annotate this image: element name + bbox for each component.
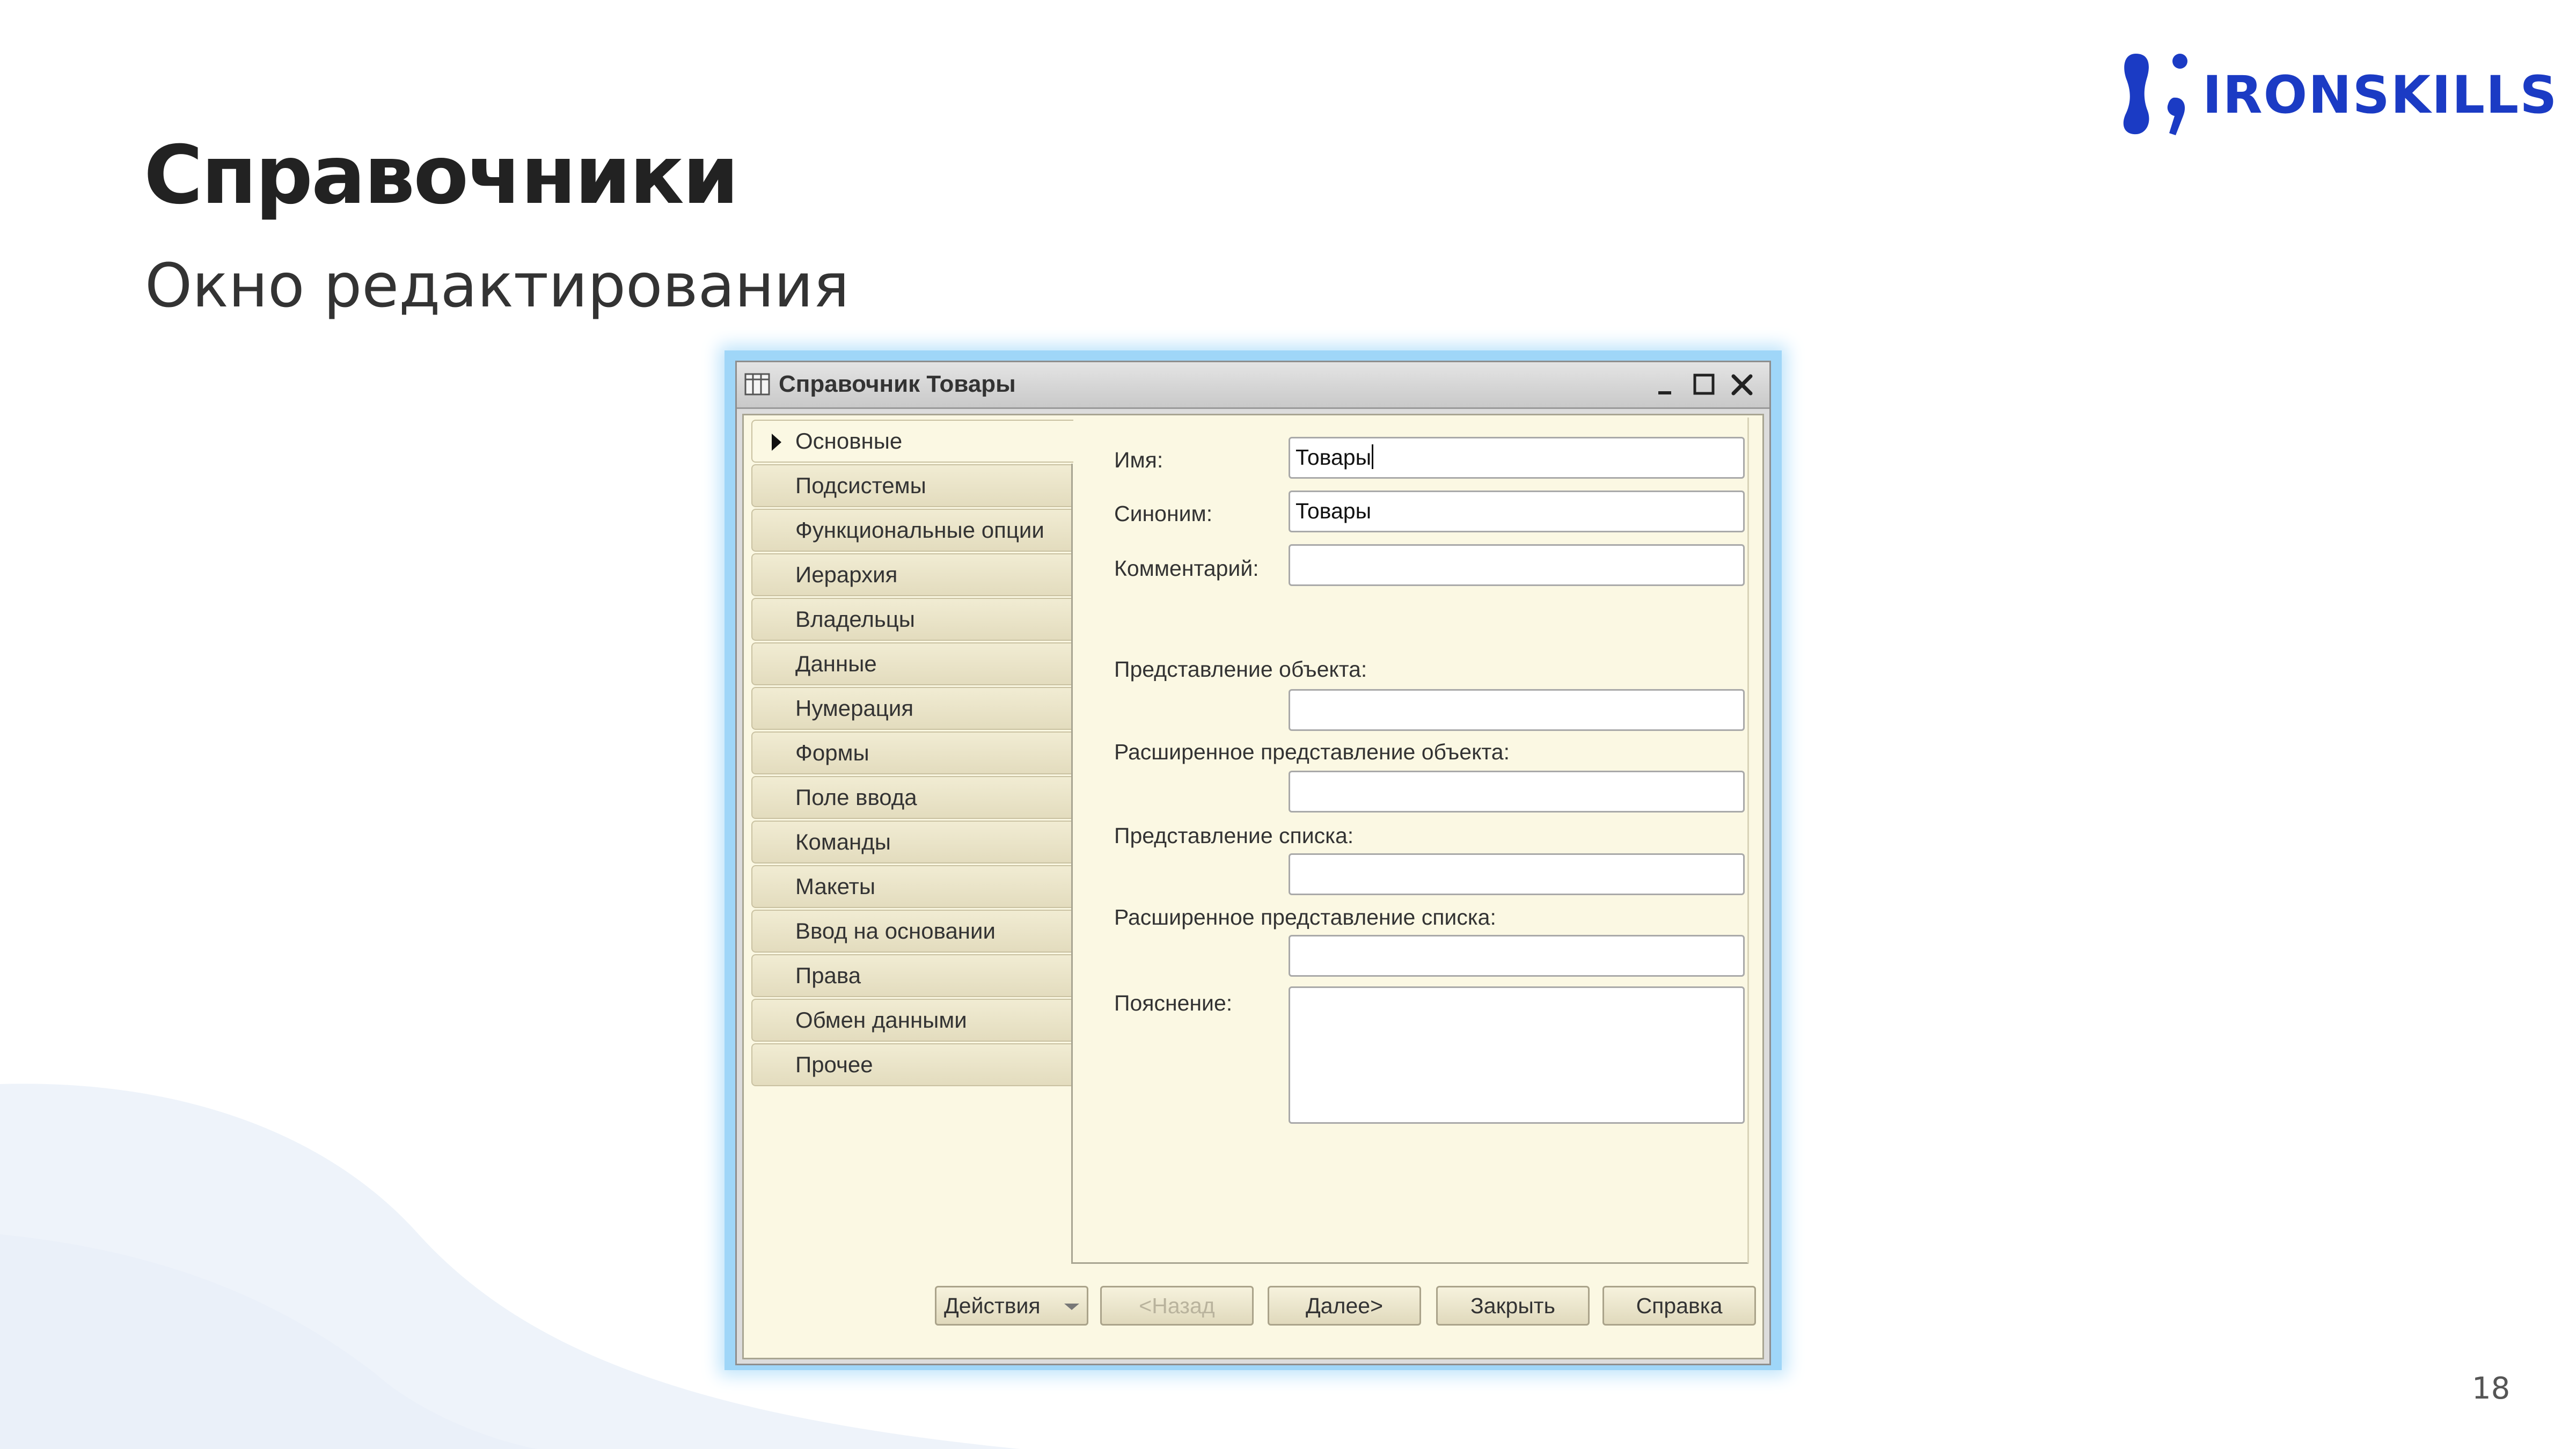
explanation-label: Пояснение: — [1114, 991, 1233, 1015]
tab-label: Прочее — [795, 1052, 873, 1077]
tab-label: Подсистемы — [795, 473, 926, 498]
actions-dropdown-button[interactable]: Действия — [935, 1286, 1088, 1326]
tab-label: Формы — [795, 740, 869, 765]
tab-label: Макеты — [795, 874, 876, 899]
panel-bottom-border — [1071, 1262, 1748, 1264]
chevron-down-icon — [1064, 1304, 1079, 1310]
tab-label: Функциональные опции — [795, 517, 1044, 543]
tab-label: Нумерация — [795, 696, 914, 721]
tab-vladeltsy[interactable]: Владельцы — [751, 598, 1071, 641]
back-button[interactable]: <Назад — [1100, 1286, 1254, 1326]
window-title: Справочник Товары — [779, 371, 1016, 397]
window-titlebar[interactable]: Справочник Товары — [737, 362, 1769, 409]
tab-label: Команды — [795, 829, 891, 854]
slide-title: Справочники — [144, 129, 739, 222]
tab-komandy[interactable]: Команды — [751, 821, 1071, 863]
tab-podsistemy[interactable]: Подсистемы — [751, 464, 1071, 507]
tab-label: Данные — [795, 651, 877, 676]
ext-list-presentation-input[interactable] — [1289, 935, 1745, 977]
tab-ierarkhiya[interactable]: Иерархия — [751, 553, 1071, 596]
tabs-list: Основные Подсистемы Функциональные опции… — [751, 420, 1073, 1088]
tab-pole-vvoda[interactable]: Поле ввода — [751, 776, 1071, 819]
tab-label: Поле ввода — [795, 785, 917, 810]
tab-prochee[interactable]: Прочее — [751, 1043, 1071, 1086]
tab-osnovnye[interactable]: Основные — [751, 420, 1073, 463]
tab-label: Ввод на основании — [795, 918, 996, 943]
page-number: 18 — [2472, 1371, 2511, 1406]
ext-object-presentation-label: Расширенное представление объекта: — [1114, 740, 1510, 764]
object-presentation-label: Представление объекта: — [1114, 657, 1367, 682]
tab-arrow-icon — [772, 434, 781, 451]
list-presentation-label: Представление списка: — [1114, 823, 1354, 848]
close-button[interactable]: Закрыть — [1436, 1286, 1590, 1326]
object-presentation-input[interactable] — [1289, 689, 1745, 731]
tab-prava[interactable]: Права — [751, 954, 1071, 997]
name-value: Товары — [1296, 445, 1372, 470]
ext-list-presentation-label: Расширенное представление списка: — [1114, 905, 1496, 930]
logo-text: IRONSKILLS — [2202, 65, 2558, 125]
ironskills-logo-icon — [2123, 54, 2187, 135]
tab-label: Права — [795, 963, 861, 988]
comment-label: Комментарий: — [1114, 556, 1259, 581]
help-button[interactable]: Справка — [1602, 1286, 1756, 1326]
comment-input[interactable] — [1289, 544, 1745, 586]
name-input[interactable]: Товары — [1289, 437, 1745, 479]
synonym-label: Синоним: — [1114, 501, 1213, 526]
tab-obmen-dannymi[interactable]: Обмен данными — [751, 999, 1071, 1042]
tab-funktsionalnye-optsii[interactable]: Функциональные опции — [751, 509, 1071, 552]
text-cursor — [1372, 444, 1374, 469]
minimize-icon[interactable] — [1652, 370, 1682, 400]
tab-numeratsiya[interactable]: Нумерация — [751, 687, 1071, 730]
synonym-input[interactable]: Товары — [1289, 491, 1745, 532]
close-icon[interactable] — [1727, 370, 1757, 400]
window-client-area: Основные Подсистемы Функциональные опции… — [742, 414, 1764, 1359]
table-icon — [744, 373, 770, 396]
next-button[interactable]: Далее> — [1268, 1286, 1421, 1326]
tab-vvod-na-osnovanii[interactable]: Ввод на основании — [751, 910, 1071, 953]
slide-subtitle: Окно редактирования — [145, 251, 850, 321]
tab-label: Иерархия — [795, 562, 898, 587]
tab-label: Обмен данными — [795, 1007, 967, 1033]
ironskills-logo: IRONSKILLS — [2120, 49, 2558, 141]
maximize-icon[interactable] — [1689, 370, 1719, 400]
catalog-edit-window: Справочник Товары Основные Подсистемы Фу… — [735, 361, 1771, 1365]
tab-label: Владельцы — [795, 606, 915, 632]
actions-label: Действия — [944, 1293, 1041, 1318]
list-presentation-input[interactable] — [1289, 853, 1745, 895]
tab-label: Основные — [795, 428, 903, 453]
panel-right-border — [1747, 418, 1749, 1263]
explanation-textarea[interactable] — [1289, 986, 1745, 1124]
tabs-divider — [1071, 464, 1073, 1263]
ext-object-presentation-input[interactable] — [1289, 771, 1745, 813]
name-label: Имя: — [1114, 448, 1163, 472]
tab-makety[interactable]: Макеты — [751, 865, 1071, 908]
tab-dannye[interactable]: Данные — [751, 642, 1071, 685]
tab-formy[interactable]: Формы — [751, 731, 1071, 774]
